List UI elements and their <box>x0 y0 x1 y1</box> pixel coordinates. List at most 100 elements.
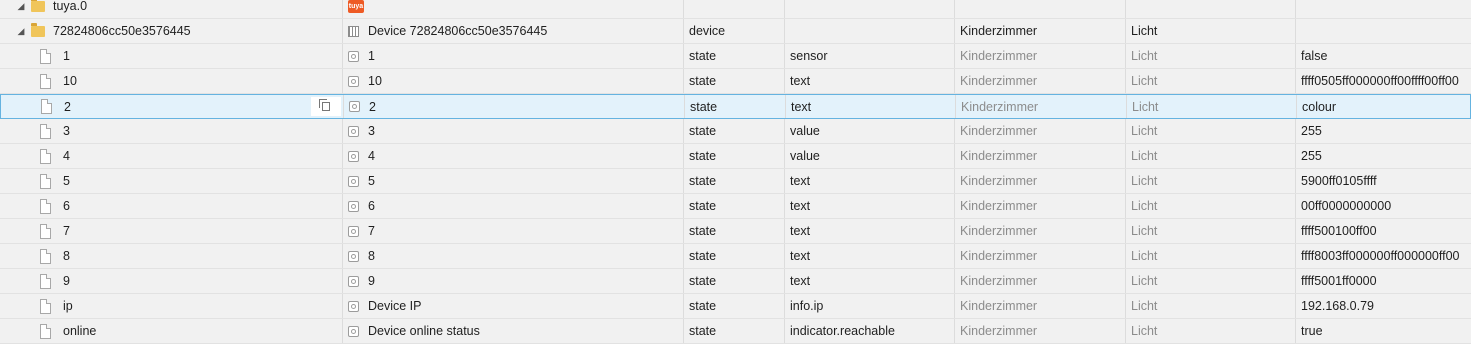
object-id: 7 <box>63 224 70 238</box>
object-function[interactable]: Licht <box>1126 69 1296 93</box>
object-function[interactable]: Licht <box>1126 169 1296 193</box>
object-room[interactable]: Kinderzimmer <box>955 144 1126 168</box>
object-value[interactable]: false <box>1296 44 1471 68</box>
object-name: 3 <box>368 124 375 138</box>
tree-row-state[interactable]: 6 6 state text Kinderzimmer Licht 00ff00000000… <box>0 194 1471 219</box>
tree-row-state[interactable]: 10 10 state text Kinderzimmer Licht ffff0505ff… <box>0 69 1471 94</box>
object-function[interactable]: Licht <box>1126 119 1296 143</box>
object-role[interactable]: text <box>786 95 956 118</box>
object-value[interactable]: ffff5001ff0000 <box>1296 269 1471 293</box>
object-function[interactable]: Licht <box>1126 319 1296 343</box>
state-icon <box>348 325 359 337</box>
object-room[interactable]: Kinderzimmer <box>956 95 1127 118</box>
object-room[interactable]: Kinderzimmer <box>955 194 1126 218</box>
object-role[interactable]: text <box>785 69 955 93</box>
object-name: 8 <box>368 249 375 263</box>
object-name: 5 <box>368 174 375 188</box>
object-value[interactable]: 255 <box>1296 119 1471 143</box>
object-function[interactable]: Licht <box>1126 219 1296 243</box>
object-function[interactable]: Licht <box>1126 44 1296 68</box>
object-function[interactable]: Licht <box>1126 244 1296 268</box>
object-name: 2 <box>369 99 376 114</box>
object-role[interactable]: info.ip <box>785 294 955 318</box>
object-role[interactable]: sensor <box>785 44 955 68</box>
object-value[interactable]: ffff0505ff000000ff00ffff00ff00 <box>1296 69 1471 93</box>
object-value[interactable]: ffff500100ff00 <box>1296 219 1471 243</box>
object-type: state <box>684 169 785 193</box>
tree-row-adapter[interactable]: ◢ tuya.0 tuya <box>0 0 1471 19</box>
object-room[interactable]: Kinderzimmer <box>955 219 1126 243</box>
object-function[interactable]: Licht <box>1126 194 1296 218</box>
state-icon <box>348 125 359 137</box>
object-value[interactable]: 192.168.0.79 <box>1296 294 1471 318</box>
tree-row-state[interactable]: 8 8 state text Kinderzimmer Licht ffff8003ff00… <box>0 244 1471 269</box>
object-role[interactable]: text <box>785 219 955 243</box>
object-room[interactable]: Kinderzimmer <box>955 44 1126 68</box>
object-value[interactable]: 5900ff0105ffff <box>1296 169 1471 193</box>
object-role[interactable]: value <box>785 119 955 143</box>
state-icon <box>348 300 359 312</box>
object-name: 9 <box>368 274 375 288</box>
object-type: state <box>684 119 785 143</box>
object-role[interactable]: value <box>785 144 955 168</box>
object-role[interactable]: text <box>785 269 955 293</box>
copy-button[interactable] <box>311 97 341 116</box>
tree-row-state[interactable]: 2 2 state text Kinderzimmer Licht colour <box>0 94 1471 119</box>
state-icon <box>348 200 359 212</box>
tree-row-state[interactable]: 1 1 state sensor Kinderzimmer Licht false <box>0 44 1471 69</box>
object-name: 4 <box>368 149 375 163</box>
object-value[interactable]: 255 <box>1296 144 1471 168</box>
object-name: 6 <box>368 199 375 213</box>
object-id: 8 <box>63 249 70 263</box>
object-name: Device online status <box>368 324 480 338</box>
object-value[interactable]: ffff8003ff000000ff000000ff00 <box>1296 244 1471 268</box>
object-room[interactable]: Kinderzimmer <box>955 244 1126 268</box>
tree-row-device[interactable]: ◢ 72824806cc50e3576445 Device 72824806cc… <box>0 19 1471 44</box>
file-icon <box>40 273 51 289</box>
tree-row-state[interactable]: 4 4 state value Kinderzimmer Licht 255 <box>0 144 1471 169</box>
object-role[interactable]: text <box>785 244 955 268</box>
tree-row-state[interactable]: 3 3 state value Kinderzimmer Licht 255 <box>0 119 1471 144</box>
object-role[interactable]: text <box>785 169 955 193</box>
tree-row-state[interactable]: 5 5 state text Kinderzimmer Licht 5900ff0105ff… <box>0 169 1471 194</box>
object-room[interactable]: Kinderzimmer <box>955 269 1126 293</box>
object-room[interactable]: Kinderzimmer <box>955 169 1126 193</box>
object-value[interactable]: 00ff0000000000 <box>1296 194 1471 218</box>
object-function[interactable]: Licht <box>1126 269 1296 293</box>
tree-row-state[interactable]: ip Device IP state info.ip Kinderzimmer Licht… <box>0 294 1471 319</box>
object-id: tuya.0 <box>53 0 88 13</box>
state-icon <box>348 75 359 87</box>
object-function[interactable]: Licht <box>1126 294 1296 318</box>
state-icon <box>348 50 359 62</box>
device-icon <box>348 25 359 37</box>
object-room[interactable]: Kinderzimmer <box>955 319 1126 343</box>
object-type: state <box>684 269 785 293</box>
triangle-down-icon[interactable]: ◢ <box>17 1 25 12</box>
object-function[interactable]: Licht <box>1127 95 1297 118</box>
object-function[interactable]: Licht <box>1126 144 1296 168</box>
object-function[interactable]: Licht <box>1126 19 1296 43</box>
state-icon <box>349 101 360 112</box>
tree-row-state[interactable]: online Device online status state indicator… <box>0 319 1471 344</box>
object-type: state <box>684 219 785 243</box>
object-type: state <box>684 69 785 93</box>
tree-row-state[interactable]: 7 7 state text Kinderzimmer Licht ffff500100ff… <box>0 219 1471 244</box>
object-role[interactable]: text <box>785 194 955 218</box>
object-value[interactable]: true <box>1296 319 1471 343</box>
object-type: state <box>684 44 785 68</box>
object-role[interactable]: indicator.reachable <box>785 319 955 343</box>
tree-row-state[interactable]: 9 9 state text Kinderzimmer Licht ffff5001ff00… <box>0 269 1471 294</box>
triangle-down-icon[interactable]: ◢ <box>17 26 25 37</box>
object-value[interactable]: colour <box>1297 95 1471 118</box>
state-icon <box>348 175 359 187</box>
object-id: 72824806cc50e3576445 <box>53 24 191 38</box>
object-room[interactable]: Kinderzimmer <box>955 69 1126 93</box>
object-room[interactable]: Kinderzimmer <box>955 294 1126 318</box>
object-tree-table: ◢ tuya.0 tuya ◢ 72824806cc50e3576445 Dev… <box>0 0 1471 348</box>
object-name: 1 <box>368 49 375 63</box>
object-room[interactable]: Kinderzimmer <box>955 19 1126 43</box>
file-icon <box>40 298 51 314</box>
object-role[interactable] <box>785 19 955 43</box>
object-name: Device IP <box>368 299 422 313</box>
object-room[interactable]: Kinderzimmer <box>955 119 1126 143</box>
